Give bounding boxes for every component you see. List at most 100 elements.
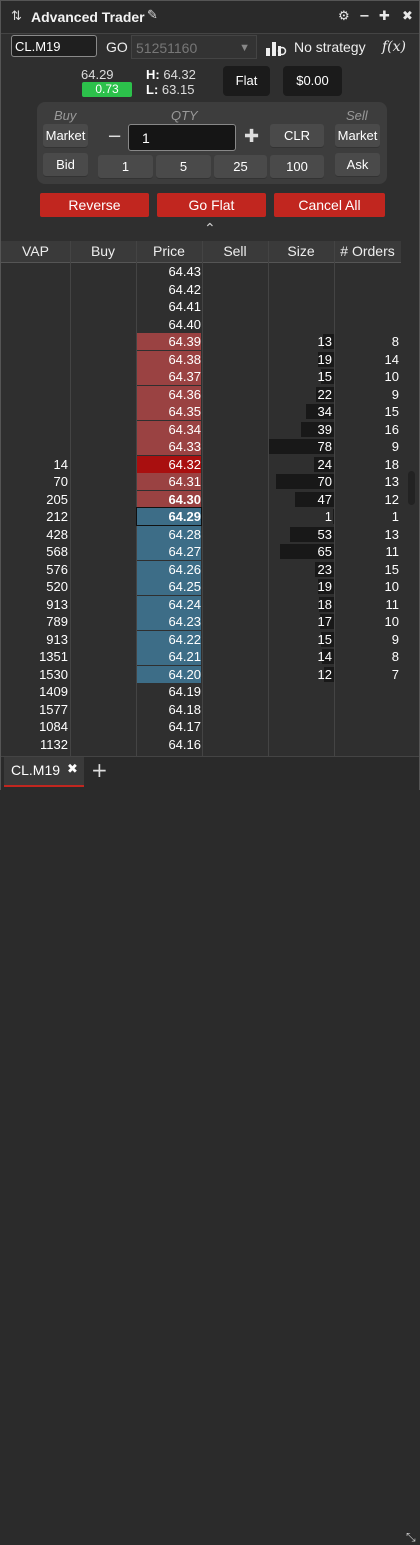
buy-cell[interactable]	[71, 333, 136, 351]
sell-cell[interactable]	[203, 386, 268, 404]
sell-cell[interactable]	[203, 333, 268, 351]
price-cell[interactable]: 64.18	[137, 701, 201, 718]
price-cell[interactable]: 64.22	[137, 630, 201, 648]
sell-ask-button[interactable]: Ask	[335, 153, 380, 177]
buy-cell[interactable]	[71, 666, 136, 684]
go-button[interactable]: GO	[106, 39, 128, 55]
price-cell[interactable]: 64.21	[137, 648, 201, 665]
buy-cell[interactable]	[71, 561, 136, 579]
buy-bid-button[interactable]: Bid	[43, 153, 88, 177]
maximize-icon[interactable]: ✚	[379, 9, 390, 24]
sell-cell[interactable]	[203, 543, 268, 561]
cancel-all-button[interactable]: Cancel All	[274, 193, 385, 217]
price-cell[interactable]: 64.42	[137, 281, 201, 298]
sell-cell[interactable]	[203, 403, 268, 421]
sell-cell[interactable]	[203, 438, 268, 456]
close-tab-icon[interactable]: ✖	[67, 762, 78, 777]
settings-icon[interactable]: ⚙	[338, 9, 350, 24]
sell-cell[interactable]	[203, 666, 268, 684]
buy-cell[interactable]	[71, 386, 136, 404]
buy-cell[interactable]	[71, 508, 136, 526]
price-cell[interactable]: 64.37	[137, 368, 201, 385]
sell-cell[interactable]	[203, 316, 268, 334]
buy-cell[interactable]	[71, 421, 136, 439]
sell-cell[interactable]	[203, 613, 268, 631]
price-cell[interactable]: 64.28	[137, 525, 201, 543]
resize-handle-icon[interactable]: ⤡	[406, 1530, 416, 1545]
sell-cell[interactable]	[203, 263, 268, 281]
price-cell[interactable]: 64.32	[137, 455, 201, 473]
buy-cell[interactable]	[71, 456, 136, 474]
price-cell[interactable]: 64.27	[137, 543, 201, 560]
tab-cl-m19[interactable]: CL.M19 ✖	[4, 757, 84, 787]
position-status-button[interactable]: Flat	[223, 66, 270, 96]
qty-preset-100[interactable]: 100	[270, 155, 324, 179]
sell-cell[interactable]	[203, 368, 268, 386]
price-cell[interactable]: 64.23	[137, 613, 201, 630]
buy-cell[interactable]	[71, 701, 136, 719]
buy-cell[interactable]	[71, 438, 136, 456]
qty-preset-5[interactable]: 5	[156, 155, 211, 179]
sell-cell[interactable]	[203, 298, 268, 316]
buy-cell[interactable]	[71, 736, 136, 754]
price-cell[interactable]: 64.25	[137, 578, 201, 595]
price-cell[interactable]: 64.34	[137, 420, 201, 438]
sell-cell[interactable]	[203, 281, 268, 299]
price-cell[interactable]: 64.31	[137, 473, 201, 490]
price-cell[interactable]: 64.39	[137, 333, 201, 350]
price-cell[interactable]: 64.16	[137, 736, 201, 753]
edit-title-icon[interactable]: ✎	[147, 8, 158, 23]
sell-cell[interactable]	[203, 421, 268, 439]
sell-cell[interactable]	[203, 526, 268, 544]
price-cell[interactable]: 64.30	[137, 490, 201, 508]
buy-cell[interactable]	[71, 298, 136, 316]
price-cell[interactable]: 64.26	[137, 560, 201, 578]
price-cell[interactable]: 64.36	[137, 385, 201, 403]
sell-cell[interactable]	[203, 631, 268, 649]
strategy-icon[interactable]	[265, 37, 287, 57]
buy-cell[interactable]	[71, 316, 136, 334]
price-cell[interactable]: 64.41	[137, 298, 201, 315]
buy-cell[interactable]	[71, 281, 136, 299]
buy-cell[interactable]	[71, 718, 136, 736]
sell-cell[interactable]	[203, 578, 268, 596]
buy-cell[interactable]	[71, 526, 136, 544]
price-cell[interactable]: 64.40	[137, 316, 201, 333]
qty-decrement-icon[interactable]: −	[107, 126, 122, 147]
strategy-label[interactable]: No strategy	[294, 39, 366, 55]
go-flat-button[interactable]: Go Flat	[157, 193, 266, 217]
qty-preset-1[interactable]: 1	[98, 155, 153, 179]
price-cell[interactable]: 64.33	[137, 438, 201, 455]
buy-cell[interactable]	[71, 403, 136, 421]
price-cell[interactable]: 64.38	[137, 350, 201, 368]
price-cell[interactable]: 64.24	[137, 595, 201, 613]
buy-market-button[interactable]: Market	[43, 124, 88, 148]
buy-cell[interactable]	[71, 631, 136, 649]
buy-cell[interactable]	[71, 683, 136, 701]
add-tab-icon[interactable]: +	[91, 758, 108, 782]
sell-cell[interactable]	[203, 596, 268, 614]
pnl-button[interactable]: $0.00	[283, 66, 342, 96]
qty-input[interactable]: 1	[128, 124, 236, 151]
account-select[interactable]: 51251160 ▼	[131, 35, 257, 59]
collapse-chevron-icon[interactable]: ⌃	[204, 221, 216, 237]
qty-increment-icon[interactable]: ✚	[244, 126, 259, 147]
buy-cell[interactable]	[71, 473, 136, 491]
scrollbar-thumb[interactable]	[408, 471, 415, 505]
sell-cell[interactable]	[203, 683, 268, 701]
close-icon[interactable]: ✖	[402, 9, 413, 24]
sell-cell[interactable]	[203, 718, 268, 736]
sell-cell[interactable]	[203, 491, 268, 509]
formula-icon[interactable]: f(x)	[382, 39, 406, 55]
price-cell[interactable]: 64.29	[136, 507, 202, 526]
minimize-icon[interactable]: −	[359, 9, 370, 24]
sell-cell[interactable]	[203, 456, 268, 474]
buy-cell[interactable]	[71, 351, 136, 369]
sell-cell[interactable]	[203, 648, 268, 666]
buy-cell[interactable]	[71, 648, 136, 666]
buy-cell[interactable]	[71, 578, 136, 596]
buy-cell[interactable]	[71, 368, 136, 386]
sell-cell[interactable]	[203, 701, 268, 719]
buy-cell[interactable]	[71, 613, 136, 631]
reverse-button[interactable]: Reverse	[40, 193, 149, 217]
